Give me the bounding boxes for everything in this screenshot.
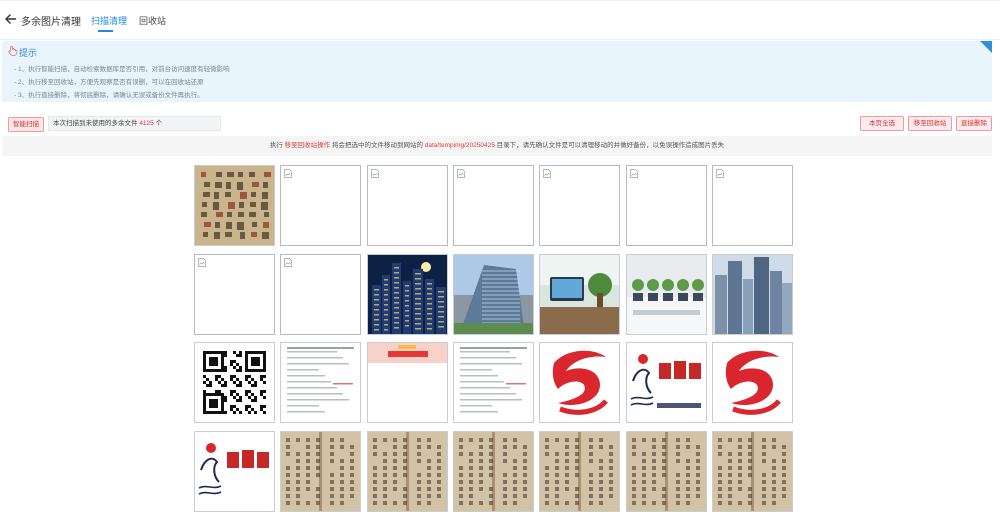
broken-image-icon [543,169,551,178]
image-thumbnail-red-logo[interactable] [712,342,793,423]
image-thumbnail-qr-code[interactable] [194,342,275,423]
image-thumbnail-broken[interactable] [280,165,361,246]
direct-delete-button[interactable]: 直接删除 [956,116,992,131]
image-thumbnail-broken[interactable] [280,254,361,335]
count-value: 4125 [139,120,154,127]
image-thumbnail-document[interactable] [453,342,534,423]
notice-part3: 目录下，请先确认文件是可以清理移动的并做好备份，以免误操作造成图片丢失 [496,142,725,149]
broken-image-icon [716,169,724,178]
select-page-button[interactable]: 本页全选 [860,116,904,131]
image-thumbnail-broken[interactable] [626,165,707,246]
tips-title: 提示 [19,48,38,58]
image-thumbnail-old-book[interactable] [367,431,448,512]
tab-scan-clean[interactable]: 扫描清理 [91,14,127,27]
tab-recycle-bin[interactable]: 回收站 [139,14,166,27]
image-thumbnail-guji-logo[interactable] [626,342,707,423]
image-thumbnail-old-book[interactable] [453,431,534,512]
tips-line-1: - 1、执行智能扫描，自动检索数据库是否引用，对前台访问速度有轻微影响 [14,66,230,73]
count-prefix: 本次扫描到未使用的多余文件 [53,120,138,127]
image-thumbnail-banner[interactable] [367,342,448,423]
broken-image-icon [198,258,206,267]
count-suffix: 个 [155,120,163,127]
image-thumbnail-office-plants[interactable] [626,254,707,335]
image-thumbnail-old-book[interactable] [712,431,793,512]
tips-panel: 提示 - 1、执行智能扫描，自动检索数据库是否引用，对前台访问速度有轻微影响 -… [2,41,992,102]
tips-corner-mark [980,41,992,53]
hand-pointer-icon [8,45,18,56]
broken-image-icon [630,169,638,178]
image-thumbnail-broken[interactable] [194,254,275,335]
notice-part2: 将会把选中的文件移动到网站的 [331,142,423,149]
tips-line-3: - 3、执行直接删除，将彻底删除，请确认无误或备份文件再执行。 [14,92,204,99]
tips-line-2: - 2、执行移至回收站，方便先观察是否有误删，可以在回收站还原 [14,79,204,86]
page-title: 多余图片清理 [21,17,81,28]
image-thumbnail-broken[interactable] [367,165,448,246]
broken-image-icon [284,258,292,267]
notice-path: data/tempimg/20250425 [424,142,495,149]
image-thumbnail-office-tower[interactable] [453,254,534,335]
image-thumbnail-guji-logo[interactable] [194,431,275,512]
image-thumbnail-skyscrapers[interactable] [712,254,793,335]
image-thumbnail-broken[interactable] [453,165,534,246]
image-thumbnail-calligraphy[interactable] [194,165,275,246]
image-thumbnail-red-logo[interactable] [539,342,620,423]
notice-part1: 执行 [269,142,283,149]
page-header: 多余图片清理 扫描清理 回收站 [0,0,1000,40]
active-tab-indicator [98,30,113,32]
notice-action: 移至回收站操作 [284,142,331,149]
broken-image-icon [371,169,379,178]
move-notice: 执行 移至回收站操作 将会把选中的文件移动到网站的 data/tempimg/2… [2,136,992,156]
image-thumbnail-old-book[interactable] [539,431,620,512]
arrow-left-icon[interactable] [4,12,18,26]
broken-image-icon [284,169,292,178]
broken-image-icon [457,169,465,178]
image-thumbnail-broken[interactable] [539,165,620,246]
image-thumbnail-document[interactable] [280,342,361,423]
move-to-recycle-button[interactable]: 移至回收站 [908,116,952,131]
scan-count-box: 本次扫描到未使用的多余文件 4125 个 [48,116,221,131]
image-thumbnail-broken[interactable] [712,165,793,246]
smart-scan-button[interactable]: 智能扫描 [8,117,44,132]
image-thumbnail-old-book[interactable] [626,431,707,512]
image-thumbnail-city-night[interactable] [367,254,448,335]
image-thumbnail-old-book[interactable] [280,431,361,512]
image-thumbnail-office-desk[interactable] [539,254,620,335]
